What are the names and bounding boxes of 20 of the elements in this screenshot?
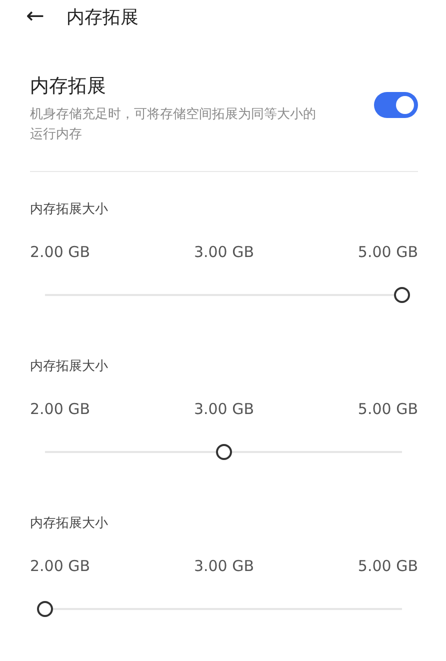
page-title: 内存拓展 [66, 6, 138, 30]
slider-label: 内存拓展大小 [30, 514, 109, 533]
toggle-switch[interactable] [374, 92, 418, 118]
tick-label: 5.00 GB [358, 242, 418, 264]
tick-label: 3.00 GB [194, 556, 254, 578]
setting-title: 内存拓展 [30, 74, 107, 99]
tick-label: 3.00 GB [194, 399, 254, 420]
tick-label: 2.00 GB [30, 242, 90, 264]
tick-label: 2.00 GB [30, 399, 90, 420]
back-button[interactable]: ← [26, 6, 44, 28]
tick-label: 5.00 GB [358, 399, 418, 420]
tick-label: 5.00 GB [358, 556, 418, 578]
slider-thumb[interactable] [394, 286, 410, 303]
slider-label: 内存拓展大小 [30, 200, 109, 219]
tick-label: 2.00 GB [30, 556, 90, 578]
setting-description: 机身存储充足时，可将存储空间拓展为同等大小的运行内存 [30, 106, 317, 144]
slider-label: 内存拓展大小 [30, 358, 109, 376]
slider-thumb[interactable] [216, 444, 232, 460]
slider-thumb[interactable] [37, 600, 53, 617]
tick-label: 3.00 GB [194, 242, 254, 264]
